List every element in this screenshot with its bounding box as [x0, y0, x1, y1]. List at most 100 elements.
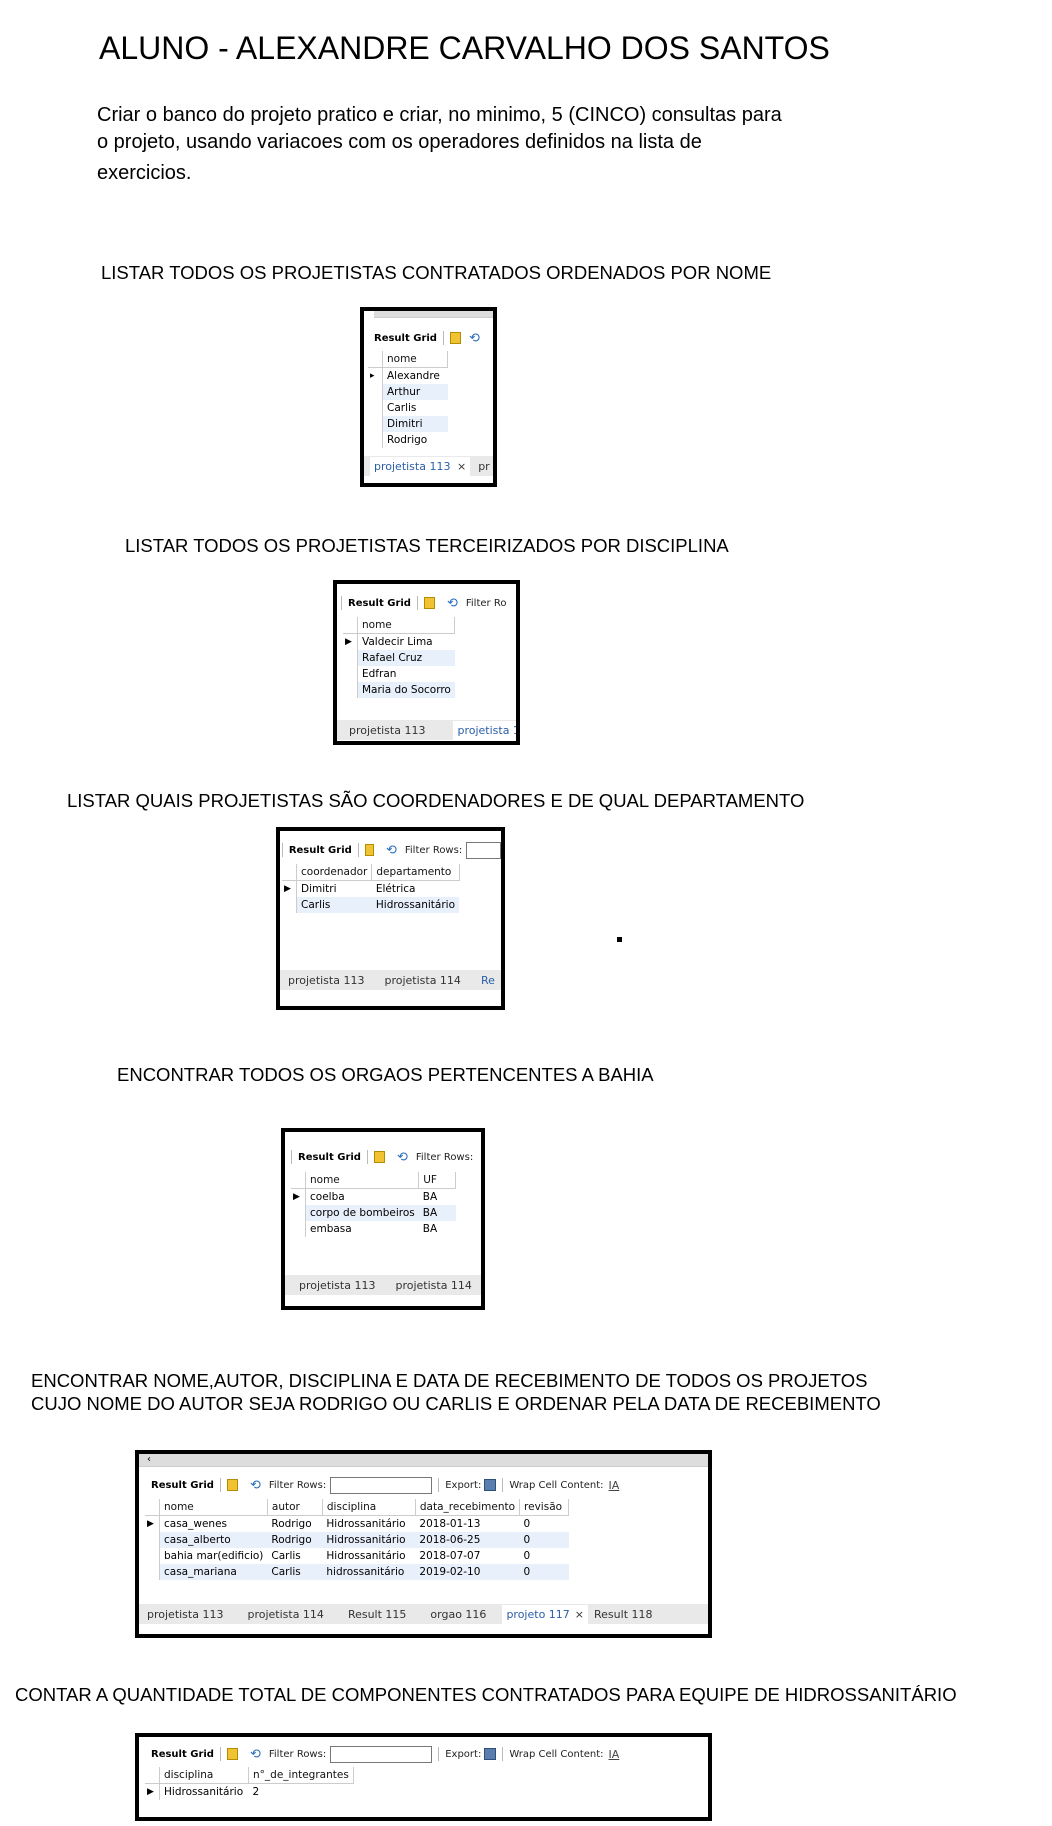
- table-cell[interactable]: Rodrigo: [267, 1516, 322, 1533]
- refresh-icon[interactable]: ⟲: [250, 1478, 261, 1493]
- tab-projetista-113[interactable]: projetista 113: [349, 724, 425, 737]
- result-grid-label[interactable]: Result Grid: [151, 1749, 214, 1760]
- column-header[interactable]: autor: [267, 1499, 323, 1516]
- table-cell[interactable]: Edfran: [358, 666, 455, 682]
- table-cell[interactable]: embasa: [306, 1221, 419, 1237]
- refresh-icon[interactable]: ⟲: [386, 843, 397, 858]
- column-header[interactable]: UF: [418, 1172, 457, 1189]
- grid-icon[interactable]: [226, 1748, 238, 1760]
- tab-projetista-truncated[interactable]: projetista 1:: [453, 720, 516, 740]
- result-grid-label[interactable]: Result Grid: [298, 1152, 361, 1163]
- table-cell[interactable]: Carlis: [267, 1564, 323, 1580]
- column-header[interactable]: coordenador: [296, 864, 373, 881]
- table-cell[interactable]: BA: [419, 1221, 456, 1237]
- table-cell[interactable]: Carlis: [267, 1548, 322, 1564]
- q6-heading: CONTAR A QUANTIDADE TOTAL DE COMPONENTES…: [15, 1684, 957, 1705]
- column-header[interactable]: disciplina: [159, 1767, 249, 1784]
- filter-rows-label: Filter Rows:: [268, 1479, 327, 1491]
- tab-projetista-113[interactable]: projetista 113: [288, 974, 364, 987]
- table-cell[interactable]: Dimitri: [297, 881, 372, 898]
- result-grid-label[interactable]: Result Grid: [348, 598, 411, 609]
- table-cell[interactable]: Carlis: [383, 400, 448, 416]
- filter-rows-input[interactable]: [466, 841, 501, 859]
- column-header[interactable]: nome: [305, 1172, 420, 1189]
- table-cell[interactable]: Rodrigo: [383, 432, 448, 448]
- refresh-icon[interactable]: ⟲: [469, 331, 480, 346]
- grid-icon[interactable]: [423, 597, 435, 609]
- q6-result-panel: Result Grid ⟲ Filter Rows: Export: Wrap …: [135, 1733, 712, 1821]
- column-header[interactable]: n°_de_integrantes: [248, 1767, 354, 1784]
- table-cell[interactable]: corpo de bombeiros: [305, 1205, 419, 1221]
- table-cell[interactable]: 2: [249, 1784, 354, 1801]
- table-cell[interactable]: Valdecir Lima: [358, 634, 455, 651]
- grid-icon[interactable]: [449, 332, 461, 344]
- table-cell[interactable]: Hidrossanitário: [322, 1516, 415, 1533]
- q1-result-panel: Result Grid ⟲ nome ▸ Alexandre Arthur Car…: [360, 307, 497, 487]
- refresh-icon[interactable]: ⟲: [250, 1747, 261, 1762]
- table-cell[interactable]: Hidrossanitário: [322, 1548, 415, 1564]
- table-cell[interactable]: BA: [419, 1189, 456, 1206]
- wrap-cell-icon[interactable]: IA: [609, 1479, 620, 1492]
- table-cell[interactable]: BA: [418, 1205, 456, 1221]
- grid-icon[interactable]: [364, 844, 374, 856]
- table-cell[interactable]: Hidrossanitário: [322, 1532, 416, 1548]
- table-cell[interactable]: 0: [520, 1516, 569, 1533]
- column-header[interactable]: revisão: [519, 1499, 570, 1516]
- tab-result-truncated[interactable]: Re: [481, 974, 495, 987]
- table-cell[interactable]: Carlis: [296, 897, 372, 913]
- filter-rows-input[interactable]: [330, 1745, 433, 1763]
- column-header[interactable]: nome: [382, 351, 448, 368]
- tab-projetista-114[interactable]: projetista 114: [395, 1279, 471, 1292]
- filter-rows-input[interactable]: [330, 1476, 433, 1494]
- table-cell[interactable]: Hidrossanitário: [160, 1784, 249, 1801]
- tab-projetista-113[interactable]: projetista 113: [147, 1608, 223, 1621]
- table-cell[interactable]: hidrossanitário: [322, 1564, 416, 1580]
- tab-projetista-114[interactable]: projetista 114: [247, 1608, 323, 1621]
- table-cell[interactable]: 2019-02-10: [415, 1564, 520, 1580]
- table-cell[interactable]: Elétrica: [372, 881, 459, 898]
- export-icon[interactable]: [484, 1748, 497, 1760]
- table-cell[interactable]: casa_wenes: [160, 1516, 268, 1533]
- table-cell[interactable]: 0: [519, 1564, 569, 1580]
- tab-result-118[interactable]: Result 118: [594, 1608, 652, 1621]
- table-cell[interactable]: casa_alberto: [159, 1532, 268, 1548]
- result-grid-label[interactable]: Result Grid: [289, 845, 352, 856]
- tab-orgao-116[interactable]: orgao 116: [430, 1608, 486, 1621]
- result-grid-label[interactable]: Result Grid: [374, 333, 437, 344]
- result-grid-label[interactable]: Result Grid: [151, 1480, 214, 1491]
- grid-icon[interactable]: [226, 1479, 238, 1491]
- table-cell[interactable]: casa_mariana: [159, 1564, 268, 1580]
- table-cell[interactable]: 2018-06-25: [415, 1532, 520, 1548]
- tab-projetista-114[interactable]: projetista 114: [384, 974, 460, 987]
- refresh-icon[interactable]: ⟲: [447, 596, 458, 611]
- refresh-icon[interactable]: ⟲: [397, 1150, 408, 1165]
- table-cell[interactable]: Alexandre: [383, 368, 448, 385]
- column-header[interactable]: nome: [159, 1499, 268, 1516]
- table-cell[interactable]: 0: [520, 1548, 569, 1564]
- tab-projetista-113[interactable]: projetista 113: [299, 1279, 375, 1292]
- tab-projeto-117[interactable]: projeto 117 ×: [502, 1604, 589, 1624]
- column-header[interactable]: disciplina: [322, 1499, 416, 1516]
- tab-truncated[interactable]: pr: [478, 460, 490, 473]
- tab-result-115[interactable]: Result 115: [348, 1608, 406, 1621]
- table-cell[interactable]: 0: [519, 1532, 569, 1548]
- table-cell[interactable]: 2018-07-07: [415, 1548, 519, 1564]
- table-cell[interactable]: Arthur: [382, 384, 448, 400]
- column-header[interactable]: data_recebimento: [415, 1499, 521, 1516]
- grid-icon[interactable]: [373, 1151, 385, 1163]
- horizontal-scrollbar[interactable]: ‹: [139, 1454, 708, 1467]
- table-cell[interactable]: Maria do Socorro: [357, 682, 455, 698]
- table-cell[interactable]: 2018-01-13: [415, 1516, 519, 1533]
- export-icon[interactable]: [484, 1479, 497, 1491]
- table-cell[interactable]: Hidrossanitário: [371, 897, 460, 913]
- tab-projetista-113[interactable]: projetista 113 ×: [370, 456, 471, 476]
- scrollbar[interactable]: [374, 311, 493, 318]
- table-cell[interactable]: Rodrigo: [267, 1532, 323, 1548]
- wrap-cell-icon[interactable]: IA: [609, 1748, 620, 1761]
- table-cell[interactable]: Rafael Cruz: [357, 650, 455, 666]
- table-cell[interactable]: coelba: [306, 1189, 419, 1206]
- column-header[interactable]: nome: [357, 617, 456, 634]
- table-cell[interactable]: Dimitri: [382, 416, 448, 432]
- column-header[interactable]: departamento: [371, 864, 460, 881]
- table-cell[interactable]: bahia mar(edificio): [160, 1548, 268, 1564]
